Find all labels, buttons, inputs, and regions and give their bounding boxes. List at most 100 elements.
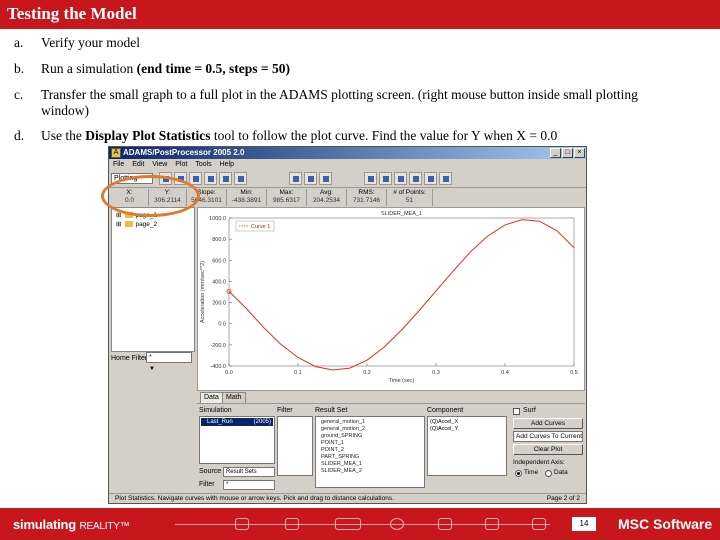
page-number: 14: [572, 517, 596, 531]
home-filter-input[interactable]: *: [146, 352, 192, 363]
radio-time[interactable]: [515, 470, 522, 477]
filter-label: Filter: [277, 407, 293, 414]
component-list[interactable]: (Q)Accel_X (Q)Accel_Y: [427, 416, 507, 476]
plot-icon[interactable]: [439, 172, 452, 185]
window-titlebar[interactable]: A ADAMS/PostProcessor 2005 2.0 _ □ ×: [109, 147, 586, 159]
layout-4-icon[interactable]: [394, 172, 407, 185]
highlight-ellipse: [101, 175, 200, 217]
clear-plot-button[interactable]: Clear Plot: [513, 444, 583, 455]
appliance-icon: [438, 518, 452, 530]
step-label: b.: [14, 61, 25, 76]
menu-view[interactable]: View: [152, 161, 167, 168]
scroll-down-arrow-icon[interactable]: ▼: [149, 366, 155, 372]
result-set-list[interactable]: general_motion_1 general_motion_2 ground_S…: [315, 416, 425, 488]
x-axis-label: Time (sec): [389, 378, 415, 384]
layout-2-icon[interactable]: [379, 172, 392, 185]
y-tick-label: 600.0: [212, 258, 226, 264]
menu-bar: File Edit View Plot Tools Help: [109, 159, 586, 170]
add-curves-button[interactable]: Add Curves: [513, 418, 583, 429]
fit-icon[interactable]: [219, 172, 232, 185]
simulation-item[interactable]: (2005) Last_Run: [201, 418, 273, 426]
simulation-list[interactable]: (2005) Last_Run: [199, 416, 275, 464]
result-set-item[interactable]: general_motion_2: [321, 426, 365, 433]
step-emphasis: Display Plot Statistics: [85, 128, 211, 143]
source-select[interactable]: Result Sets: [223, 467, 275, 477]
menu-plot[interactable]: Plot: [175, 161, 187, 168]
independent-axis-label: Independent Axis:: [513, 459, 565, 466]
step-fragment: Use the: [41, 128, 86, 143]
x-tick-label: 0.2: [363, 370, 371, 376]
filter-label-2: Filter: [199, 481, 215, 488]
plot-area[interactable]: 1000.0 800.0 600.0 400.0 200.0 0.0 -200.0 -400.…: [197, 207, 585, 391]
report-icon[interactable]: [424, 172, 437, 185]
source-label: Source: [199, 468, 222, 475]
filter-input[interactable]: *: [223, 480, 275, 490]
menu-edit[interactable]: Edit: [132, 161, 144, 168]
data-browser: Simulation Filter Result Set Component (…: [197, 403, 585, 493]
stat-ofpoints: # of Points: 51: [387, 189, 433, 206]
add-curves-mode-select[interactable]: Add Curves To Current: [513, 431, 583, 442]
radio-data-label: Data: [554, 469, 568, 476]
tree-item-page-2[interactable]: ⊞ page_2: [116, 221, 157, 229]
footer-brand: simulating REALITY™: [13, 517, 130, 532]
result-set-item[interactable]: ground_SPRING: [321, 433, 362, 440]
stat-label: # of Points:: [393, 189, 426, 196]
series-line-curve-1: [228, 219, 575, 371]
result-set-item[interactable]: SLIDER_MEA_2: [321, 468, 362, 475]
tab-data[interactable]: Data: [200, 392, 223, 403]
new-page-icon[interactable]: [289, 172, 302, 185]
stat-value: 985.6317: [272, 197, 301, 204]
tab-math[interactable]: Math: [222, 392, 246, 403]
result-set-item[interactable]: PART_SPRING: [321, 454, 359, 461]
minimize-button[interactable]: _: [550, 148, 561, 158]
animation-icon[interactable]: [409, 172, 422, 185]
status-bar: Plot Statistics. Navigate curves with mo…: [109, 493, 586, 503]
step-label: d.: [14, 128, 25, 143]
stat-label: Max:: [279, 189, 294, 196]
human-icon: [485, 518, 499, 530]
page-indicator: Page 2 of 2: [546, 495, 580, 502]
y-tick-label: 400.0: [212, 279, 226, 285]
x-tick-label: 0.1: [294, 370, 302, 376]
zoom-icon[interactable]: [204, 172, 217, 185]
stat-value: 204.2534: [312, 197, 341, 204]
filter-list[interactable]: [277, 416, 313, 476]
page-tree[interactable]: ⊞ page_1 ⊞ page_2: [111, 207, 195, 352]
step-text: Transfer the small graph to a full plot …: [41, 87, 681, 119]
y-tick-label: 200.0: [212, 301, 226, 307]
step-label: c.: [14, 87, 24, 102]
result-set-item[interactable]: SLIDER_MEA_1: [321, 461, 362, 468]
close-button[interactable]: ×: [574, 148, 585, 158]
next-page-icon[interactable]: [319, 172, 332, 185]
chart-title: SLIDER_MEA_1: [381, 211, 422, 217]
menu-tools[interactable]: Tools: [195, 161, 211, 168]
status-text: Plot Statistics. Navigate curves with mo…: [115, 495, 394, 502]
stats-icon[interactable]: [234, 172, 247, 185]
step-text: Run a simulation (end time = 0.5, steps …: [41, 61, 681, 77]
step-emphasis: (end time = 0.5, steps = 50): [136, 61, 290, 76]
result-set-item[interactable]: POINT_2: [321, 447, 344, 454]
component-label: Component: [427, 407, 464, 414]
x-tick-label: 0.5: [570, 370, 578, 376]
surf-label: Surf: [523, 407, 536, 414]
train-icon: [335, 518, 361, 530]
component-item[interactable]: (Q)Accel_Y: [430, 426, 458, 433]
menu-file[interactable]: File: [113, 161, 124, 168]
y-axis-label: Acceleration (mm/sec**2): [200, 261, 206, 323]
step-fragment: Transfer the small graph to a full plot …: [41, 87, 638, 118]
step-fragment: Run a simulation: [41, 61, 137, 76]
result-set-item[interactable]: POINT_1: [321, 440, 344, 447]
component-item[interactable]: (Q)Accel_X: [430, 419, 458, 426]
radio-time-label: Time: [524, 469, 539, 476]
stat-value: 731.7146: [352, 197, 381, 204]
prev-page-icon[interactable]: [304, 172, 317, 185]
result-set-item[interactable]: general_motion_1: [321, 419, 365, 426]
surf-checkbox[interactable]: [513, 408, 520, 415]
stat-label: RMS:: [358, 189, 375, 196]
y-tick-label: 0.0: [218, 322, 226, 328]
radio-data[interactable]: [545, 470, 552, 477]
layout-1-icon[interactable]: [364, 172, 377, 185]
maximize-button[interactable]: □: [562, 148, 573, 158]
stat-label: Slope:: [197, 189, 216, 196]
menu-help[interactable]: Help: [220, 161, 234, 168]
